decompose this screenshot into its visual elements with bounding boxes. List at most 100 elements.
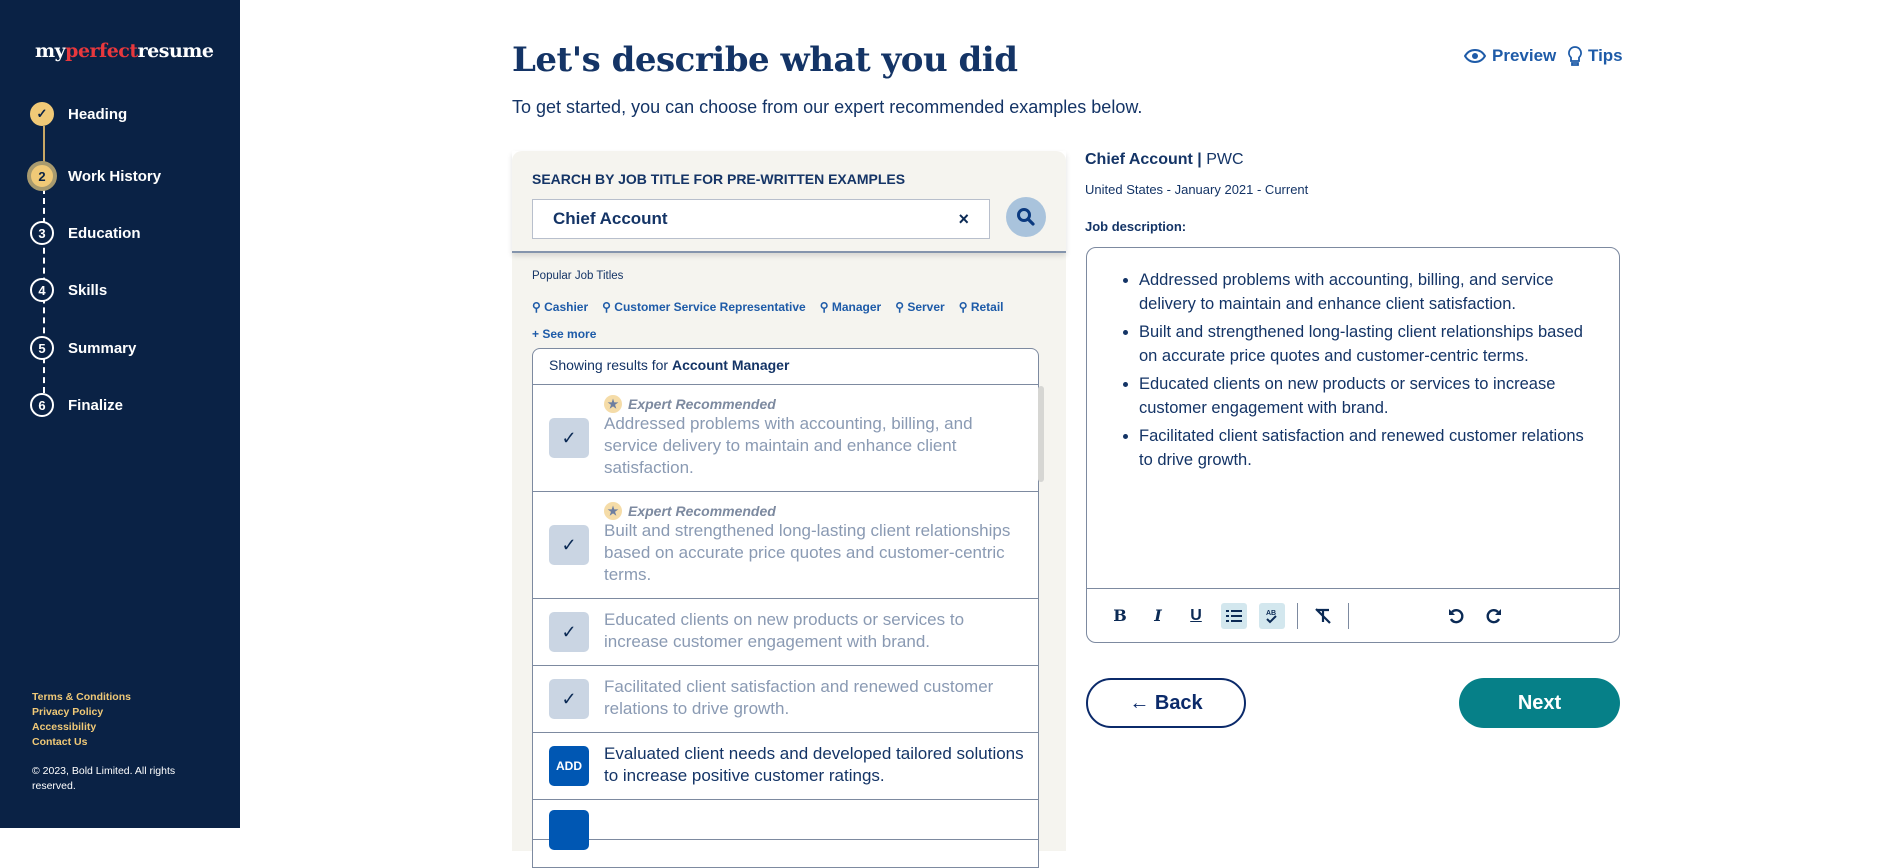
example-text: Facilitated client satisfaction and rene… [604,677,994,718]
step-finalize[interactable]: 6 Finalize [30,393,123,417]
clear-icon[interactable]: × [958,209,969,230]
search-button[interactable] [1006,197,1046,237]
popular-job-chip[interactable]: ⚲ Customer Service Representative [602,300,806,314]
next-button[interactable]: Next [1459,678,1620,728]
eye-icon [1464,49,1486,63]
list-icon [1226,609,1242,622]
step-skills[interactable]: 4 Skills [30,278,107,302]
spellcheck-icon: AB [1266,610,1277,623]
job-heading: Chief Account | PWC [1085,151,1244,168]
description-bullet: Educated clients on new products or serv… [1139,372,1589,420]
svg-text:AB: AB [1266,610,1276,617]
step-number: 3 [30,221,54,245]
bullet-list-button[interactable] [1221,602,1247,629]
step-number: 6 [30,393,54,417]
lightbulb-icon [1568,46,1582,66]
example-item[interactable]: ✓ Facilitated client satisfaction and ren… [533,666,1038,733]
step-work-history[interactable]: 2 Work History [27,161,162,191]
popular-job-titles: ⚲ Cashier ⚲ Customer Service Representati… [532,300,1004,314]
example-text: Built and strengthened long-lasting clie… [604,521,1011,584]
preview-link[interactable]: Preview [1464,46,1556,66]
job-description-label: Job description: [1085,219,1187,234]
step-heading[interactable]: ✓ Heading [30,102,127,126]
back-button[interactable]: ← Back [1086,678,1246,728]
expert-badge: ★ Expert Recommended [604,395,1024,413]
search-header: SEARCH BY JOB TITLE FOR PRE-WRITTEN EXAM… [512,151,1066,253]
description-bullet: Addressed problems with accounting, bill… [1139,268,1589,316]
step-education[interactable]: 3 Education [30,221,141,245]
page-subtitle: To get started, you can choose from our … [512,97,1143,117]
example-item[interactable]: ADD Evaluated client needs and developed … [533,733,1038,800]
step-label: Education [68,224,141,242]
job-description-editor[interactable]: Addressed problems with accounting, bill… [1086,247,1620,643]
footer-link[interactable]: Accessibility [32,720,131,735]
description-bullet: Facilitated client satisfaction and rene… [1139,424,1589,472]
redo-button[interactable] [1481,603,1507,629]
star-icon: ★ [604,502,622,520]
popular-job-chip[interactable]: ⚲ Cashier [532,300,588,314]
results-list: Showing results for Account Manager ✓ ★ Ex… [532,348,1039,868]
step-number: 4 [30,278,54,302]
added-check-button[interactable]: ✓ [549,418,589,458]
example-text: Addressed problems with accounting, bill… [604,414,973,477]
step-label: Finalize [68,396,124,414]
search-icon: ⚲ [958,300,971,314]
sidebar: myperfectresume ✓ Heading 2 Work History 3 Ed… [0,0,240,828]
step-summary[interactable]: 5 Summary [30,336,136,360]
results-scrollbar[interactable] [1038,386,1044,482]
popular-job-chip[interactable]: ⚲ Retail [959,300,1004,314]
footer-link[interactable]: Contact Us [32,735,131,750]
search-label: SEARCH BY JOB TITLE FOR PRE-WRITTEN EXAM… [532,171,906,187]
example-item[interactable] [533,800,1038,850]
check-icon: ✓ [561,428,577,448]
tips-link[interactable]: Tips [1568,46,1623,66]
search-icon: ⚲ [532,300,545,314]
example-item[interactable]: ✓ ★ Expert Recommended Addressed problems w… [533,385,1038,492]
italic-button[interactable]: I [1145,603,1171,629]
step-label: Summary [68,339,137,357]
added-check-button[interactable]: ✓ [549,525,589,565]
step-label: Work History [68,167,162,185]
step-label: Skills [68,281,108,299]
see-more-link[interactable]: + See more [532,327,596,341]
step-number: 2 [27,161,57,191]
example-item[interactable]: ✓ Educated clients on new products or ser… [533,599,1038,666]
added-check-button[interactable]: ✓ [549,612,589,652]
spellcheck-button[interactable]: AB [1259,602,1285,629]
add-button[interactable] [549,810,589,850]
toolbar-divider [1297,602,1298,629]
footer-link[interactable]: Privacy Policy [32,705,131,720]
clear-format-button[interactable] [1310,603,1336,629]
redo-icon [1486,608,1501,623]
description-bullet: Built and strengthened long-lasting clie… [1139,320,1589,368]
popular-job-chip[interactable]: ⚲ Manager [820,300,881,314]
bold-button[interactable]: B [1107,603,1133,629]
popular-label: Popular Job Titles [532,270,624,282]
step-label: Heading [68,105,128,123]
popular-job-chip[interactable]: ⚲ Server [895,300,945,314]
examples-panel: SEARCH BY JOB TITLE FOR PRE-WRITTEN EXAM… [512,151,1066,868]
logo[interactable]: myperfectresume [35,40,214,62]
page-title: Let's describe what you did [512,40,1018,80]
search-icon: ⚲ [819,300,832,314]
toolbar-divider [1348,602,1349,629]
example-text: Evaluated client needs and developed tai… [604,744,1024,785]
job-details: United States - January 2021 - Current [1085,182,1309,197]
undo-button[interactable] [1443,603,1469,629]
job-title-search-input[interactable]: Chief Account × [532,199,990,239]
star-icon: ★ [604,395,622,413]
expert-badge: ★ Expert Recommended [604,502,1024,520]
check-icon: ✓ [561,535,577,555]
example-item[interactable]: ✓ ★ Expert Recommended Built and strengthen… [533,492,1038,599]
results-header: Showing results for Account Manager [533,349,1038,385]
example-text: Educated clients on new products or serv… [604,610,965,651]
footer-link[interactable]: Terms & Conditions [32,690,131,705]
step-number: ✓ [30,102,54,126]
footer-links: Terms & Conditions Privacy Policy Accessib… [32,690,131,750]
copyright: © 2023, Bold Limited. All rights reserve… [32,765,176,792]
added-check-button[interactable]: ✓ [549,679,589,719]
add-button[interactable]: ADD [549,746,589,786]
search-icon: ⚲ [602,300,615,314]
check-icon: ✓ [561,622,577,642]
underline-button[interactable]: U [1183,603,1209,629]
